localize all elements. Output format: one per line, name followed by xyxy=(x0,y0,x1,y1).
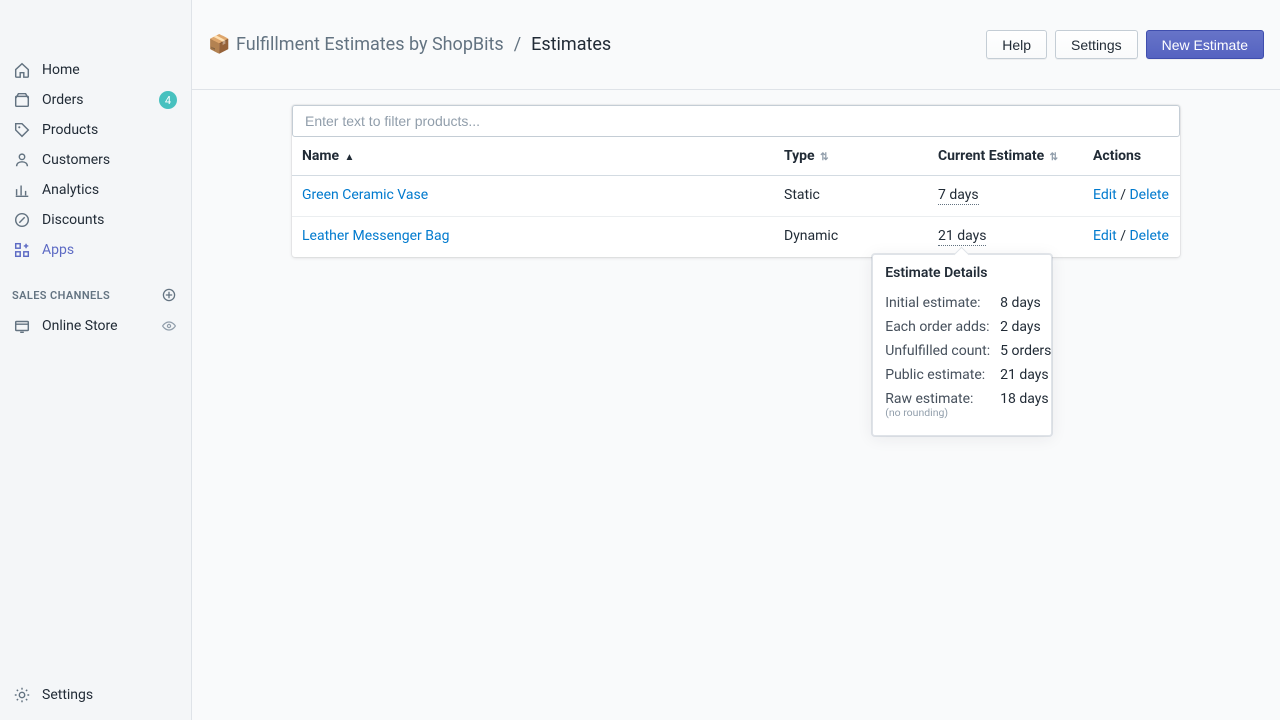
product-link[interactable]: Green Ceramic Vase xyxy=(302,187,428,203)
new-estimate-button[interactable]: New Estimate xyxy=(1146,30,1264,59)
sidebar-item-label: Orders xyxy=(42,92,159,108)
th-estimate[interactable]: Current Estimate ⇅ xyxy=(928,137,1083,176)
breadcrumb-sep: / xyxy=(514,34,521,55)
main: 📦 Fulfillment Estimates by ShopBits / Es… xyxy=(192,0,1280,720)
sidebar-item-label: Settings xyxy=(42,687,177,703)
settings-button[interactable]: Settings xyxy=(1055,30,1138,59)
estimate-value[interactable]: 21 days Estimate Details Initial estimat… xyxy=(938,228,986,246)
delete-link[interactable]: Delete xyxy=(1129,187,1168,203)
breadcrumb: 📦 Fulfillment Estimates by ShopBits / Es… xyxy=(208,34,611,55)
filter-input[interactable] xyxy=(292,105,1180,137)
customers-icon xyxy=(12,150,32,170)
sidebar-item-label: Discounts xyxy=(42,212,177,228)
action-sep: / xyxy=(1117,187,1130,203)
detail-key: Each order adds: xyxy=(885,315,990,339)
delete-link[interactable]: Delete xyxy=(1129,228,1168,244)
detail-key: Initial estimate: xyxy=(885,291,990,315)
detail-key: Public estimate: xyxy=(885,363,990,387)
sidebar-item-products[interactable]: Products xyxy=(0,115,191,145)
estimate-details-popover: Estimate Details Initial estimate:8 days… xyxy=(872,254,1052,436)
edit-link[interactable]: Edit xyxy=(1093,228,1117,244)
detail-val: 21 days xyxy=(990,363,1051,387)
sidebar-item-label: Products xyxy=(42,122,177,138)
sidebar-item-home[interactable]: Home xyxy=(0,55,191,85)
detail-key: Unfulfilled count: xyxy=(885,339,990,363)
sidebar-item-label: Online Store xyxy=(42,318,161,334)
sales-channels-title: SALES CHANNELS xyxy=(12,289,110,302)
estimate-value[interactable]: 7 days xyxy=(938,187,979,205)
home-icon xyxy=(12,60,32,80)
sidebar-item-apps[interactable]: Apps xyxy=(0,235,191,265)
sidebar-item-customers[interactable]: Customers xyxy=(0,145,191,175)
breadcrumb-current: Estimates xyxy=(531,34,611,55)
action-sep: / xyxy=(1117,228,1130,244)
sidebar-item-label: Apps xyxy=(42,242,177,258)
sidebar-item-label: Home xyxy=(42,62,177,78)
orders-badge: 4 xyxy=(159,91,177,109)
sort-asc-icon: ▲ xyxy=(345,152,355,163)
th-actions: Actions xyxy=(1083,137,1180,176)
breadcrumb-app[interactable]: Fulfillment Estimates by ShopBits xyxy=(236,34,504,55)
type-cell: Dynamic xyxy=(774,217,928,258)
orders-icon xyxy=(12,90,32,110)
table-row: Leather Messenger Bag Dynamic 21 days Es… xyxy=(292,217,1180,258)
estimates-table: Name ▲ Type ⇅ Current Estimate ⇅ Actions… xyxy=(292,137,1180,257)
estimates-card: Name ▲ Type ⇅ Current Estimate ⇅ Actions… xyxy=(292,105,1180,257)
sidebar-item-online-store[interactable]: Online Store xyxy=(0,311,191,341)
products-icon xyxy=(12,120,32,140)
sort-icon: ⇅ xyxy=(1050,152,1058,163)
add-channel-icon[interactable] xyxy=(161,287,177,303)
detail-key: Raw estimate:(no rounding) xyxy=(885,387,990,423)
sidebar-item-settings[interactable]: Settings xyxy=(0,680,191,710)
popover-title: Estimate Details xyxy=(885,265,1039,281)
sidebar-item-orders[interactable]: Orders 4 xyxy=(0,85,191,115)
sidebar-item-label: Analytics xyxy=(42,182,177,198)
th-name[interactable]: Name ▲ xyxy=(292,137,774,176)
analytics-icon xyxy=(12,180,32,200)
sales-channels-header: SALES CHANNELS xyxy=(0,287,191,303)
topbar: 📦 Fulfillment Estimates by ShopBits / Es… xyxy=(192,0,1280,90)
detail-sub: (no rounding) xyxy=(885,407,990,419)
product-link[interactable]: Leather Messenger Bag xyxy=(302,228,449,244)
gear-icon xyxy=(12,685,32,705)
detail-val: 2 days xyxy=(990,315,1051,339)
th-type[interactable]: Type ⇅ xyxy=(774,137,928,176)
edit-link[interactable]: Edit xyxy=(1093,187,1117,203)
apps-icon xyxy=(12,240,32,260)
table-row: Green Ceramic Vase Static 7 days Edit / … xyxy=(292,176,1180,217)
detail-val: 8 days xyxy=(990,291,1051,315)
sidebar-item-label: Customers xyxy=(42,152,177,168)
sort-icon: ⇅ xyxy=(820,152,828,163)
detail-val: 5 orders xyxy=(990,339,1051,363)
package-icon: 📦 xyxy=(208,36,226,54)
sidebar-item-discounts[interactable]: Discounts xyxy=(0,205,191,235)
view-store-icon[interactable] xyxy=(161,318,177,334)
sidebar-item-analytics[interactable]: Analytics xyxy=(0,175,191,205)
help-button[interactable]: Help xyxy=(986,30,1047,59)
store-icon xyxy=(12,316,32,336)
discounts-icon xyxy=(12,210,32,230)
type-cell: Static xyxy=(774,176,928,217)
sidebar: Home Orders 4 Products Customers Analyti… xyxy=(0,0,192,720)
detail-val: 18 days xyxy=(990,387,1051,423)
